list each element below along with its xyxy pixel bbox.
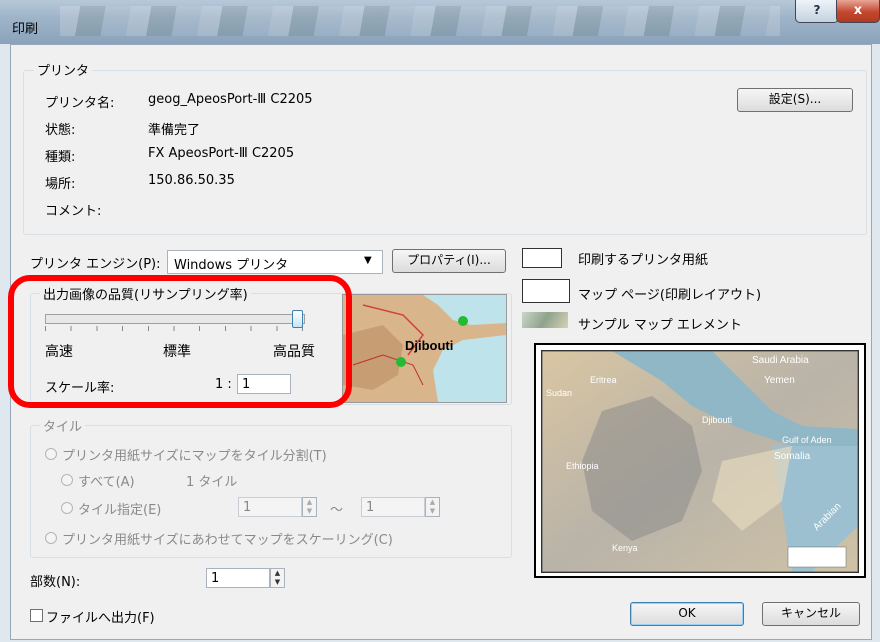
thumbnail-map: Djibouti bbox=[343, 295, 506, 402]
map-label-somalia: Somalia bbox=[774, 451, 811, 462]
page-legend-swatch bbox=[522, 279, 570, 303]
settings-button[interactable]: 設定(S)... bbox=[737, 88, 853, 112]
printer-group-title: プリンタ bbox=[34, 60, 93, 79]
tile-from-input[interactable]: 1 bbox=[238, 497, 302, 517]
scale-input[interactable]: 1 bbox=[237, 374, 291, 394]
map-label-eritrea: Eritrea bbox=[590, 375, 617, 385]
window-title: 印刷 bbox=[12, 22, 39, 37]
map-label-kenya: Kenya bbox=[612, 543, 638, 553]
preview-map-svg: Saudi Arabia Yemen Gulf of Aden Eritrea … bbox=[542, 351, 858, 572]
help-button[interactable]: ? bbox=[795, 0, 839, 23]
ok-button[interactable]: OK bbox=[630, 602, 744, 626]
map-label-yemen: Yemen bbox=[764, 375, 795, 386]
title-bar[interactable]: 印刷 ? x bbox=[0, 0, 880, 44]
quality-high-label: 高品質 bbox=[273, 344, 315, 360]
copies-input[interactable]: 1 bbox=[206, 568, 270, 588]
tile-split-radio[interactable] bbox=[45, 448, 57, 460]
paper-legend-label: 印刷するプリンタ用紙 bbox=[578, 253, 709, 268]
map-label-djibouti: Djibouti bbox=[702, 415, 732, 425]
status-value: 準備完了 bbox=[148, 123, 201, 138]
type-value: FX ApeosPort-Ⅲ C2205 bbox=[148, 146, 295, 161]
quality-group-title: 出力画像の品質(リサンプリング率) bbox=[40, 284, 251, 303]
map-label-gulf: Gulf of Aden bbox=[782, 435, 832, 445]
properties-button[interactable]: プロパティ(I)... bbox=[392, 249, 506, 273]
quality-low-label: 高速 bbox=[45, 344, 73, 360]
printer-engine-select[interactable]: Windows プリンタ ▼ bbox=[167, 250, 383, 274]
tile-to-spinner[interactable]: ▲ ▼ bbox=[425, 497, 440, 517]
map-label-ethiopia: Ethiopia bbox=[566, 461, 599, 471]
printer-engine-value: Windows プリンタ bbox=[174, 258, 289, 273]
preview-map: Saudi Arabia Yemen Gulf of Aden Eritrea … bbox=[541, 350, 859, 573]
map-label-sudan: Sudan bbox=[546, 388, 572, 398]
quality-slider[interactable] bbox=[45, 310, 305, 334]
tile-specify-label: タイル指定(E) bbox=[78, 503, 162, 518]
page-legend-label: マップ ページ(印刷レイアウト) bbox=[578, 288, 762, 303]
cancel-button[interactable]: キャンセル bbox=[762, 602, 860, 626]
printer-name-value: geog_ApeosPort-Ⅲ C2205 bbox=[148, 92, 313, 107]
copies-spinner[interactable]: ▲ ▼ bbox=[270, 568, 285, 588]
scale-to-paper-radio[interactable] bbox=[45, 532, 57, 544]
location-label: 場所: bbox=[45, 177, 76, 192]
slider-ticks bbox=[45, 326, 303, 331]
paper-legend-swatch bbox=[522, 248, 562, 268]
djibouti-thumbnail: Djibouti bbox=[342, 294, 507, 403]
printer-name-label: プリンタ名: bbox=[45, 96, 115, 111]
slider-thumb[interactable] bbox=[292, 310, 303, 328]
map-legend-box bbox=[787, 546, 847, 568]
tile-split-label: プリンタ用紙サイズにマップをタイル分割(T) bbox=[62, 449, 327, 464]
quality-mid-label: 標準 bbox=[163, 344, 191, 360]
scale-to-paper-label: プリンタ用紙サイズにあわせてマップをスケーリング(C) bbox=[62, 533, 393, 548]
scale-prefix: 1 : bbox=[215, 377, 232, 392]
chevron-down-icon: ▼ bbox=[364, 255, 372, 266]
tile-all-label: すべて(A) bbox=[78, 475, 135, 490]
close-button[interactable]: x bbox=[836, 0, 880, 23]
tile-specify-radio[interactable] bbox=[61, 502, 73, 514]
comment-label: コメント: bbox=[45, 204, 102, 219]
status-label: 状態: bbox=[45, 123, 76, 138]
tile-range-separator: ～ bbox=[330, 503, 344, 518]
tile-all-radio[interactable] bbox=[61, 474, 73, 486]
thumbnail-label: Djibouti bbox=[405, 338, 453, 353]
copies-label: 部数(N): bbox=[30, 575, 81, 590]
tile-to-input[interactable]: 1 bbox=[361, 497, 425, 517]
tile-group-title: タイル bbox=[40, 416, 86, 435]
tile-count-label: 1 タイル bbox=[186, 475, 238, 490]
map-element-legend-swatch bbox=[522, 312, 568, 328]
slider-track bbox=[45, 314, 305, 324]
map-element-legend-label: サンプル マップ エレメント bbox=[578, 318, 742, 333]
print-to-file-checkbox[interactable] bbox=[30, 609, 43, 622]
scale-label: スケール率: bbox=[45, 381, 115, 396]
printer-engine-label: プリンタ エンジン(P): bbox=[30, 257, 161, 272]
location-value: 150.86.50.35 bbox=[148, 173, 235, 188]
tile-from-spinner[interactable]: ▲ ▼ bbox=[302, 497, 317, 517]
print-preview: Saudi Arabia Yemen Gulf of Aden Eritrea … bbox=[534, 343, 866, 578]
type-label: 種類: bbox=[45, 150, 76, 165]
map-label-saudi: Saudi Arabia bbox=[752, 355, 809, 366]
print-to-file-label: ファイルへ出力(F) bbox=[46, 611, 155, 626]
